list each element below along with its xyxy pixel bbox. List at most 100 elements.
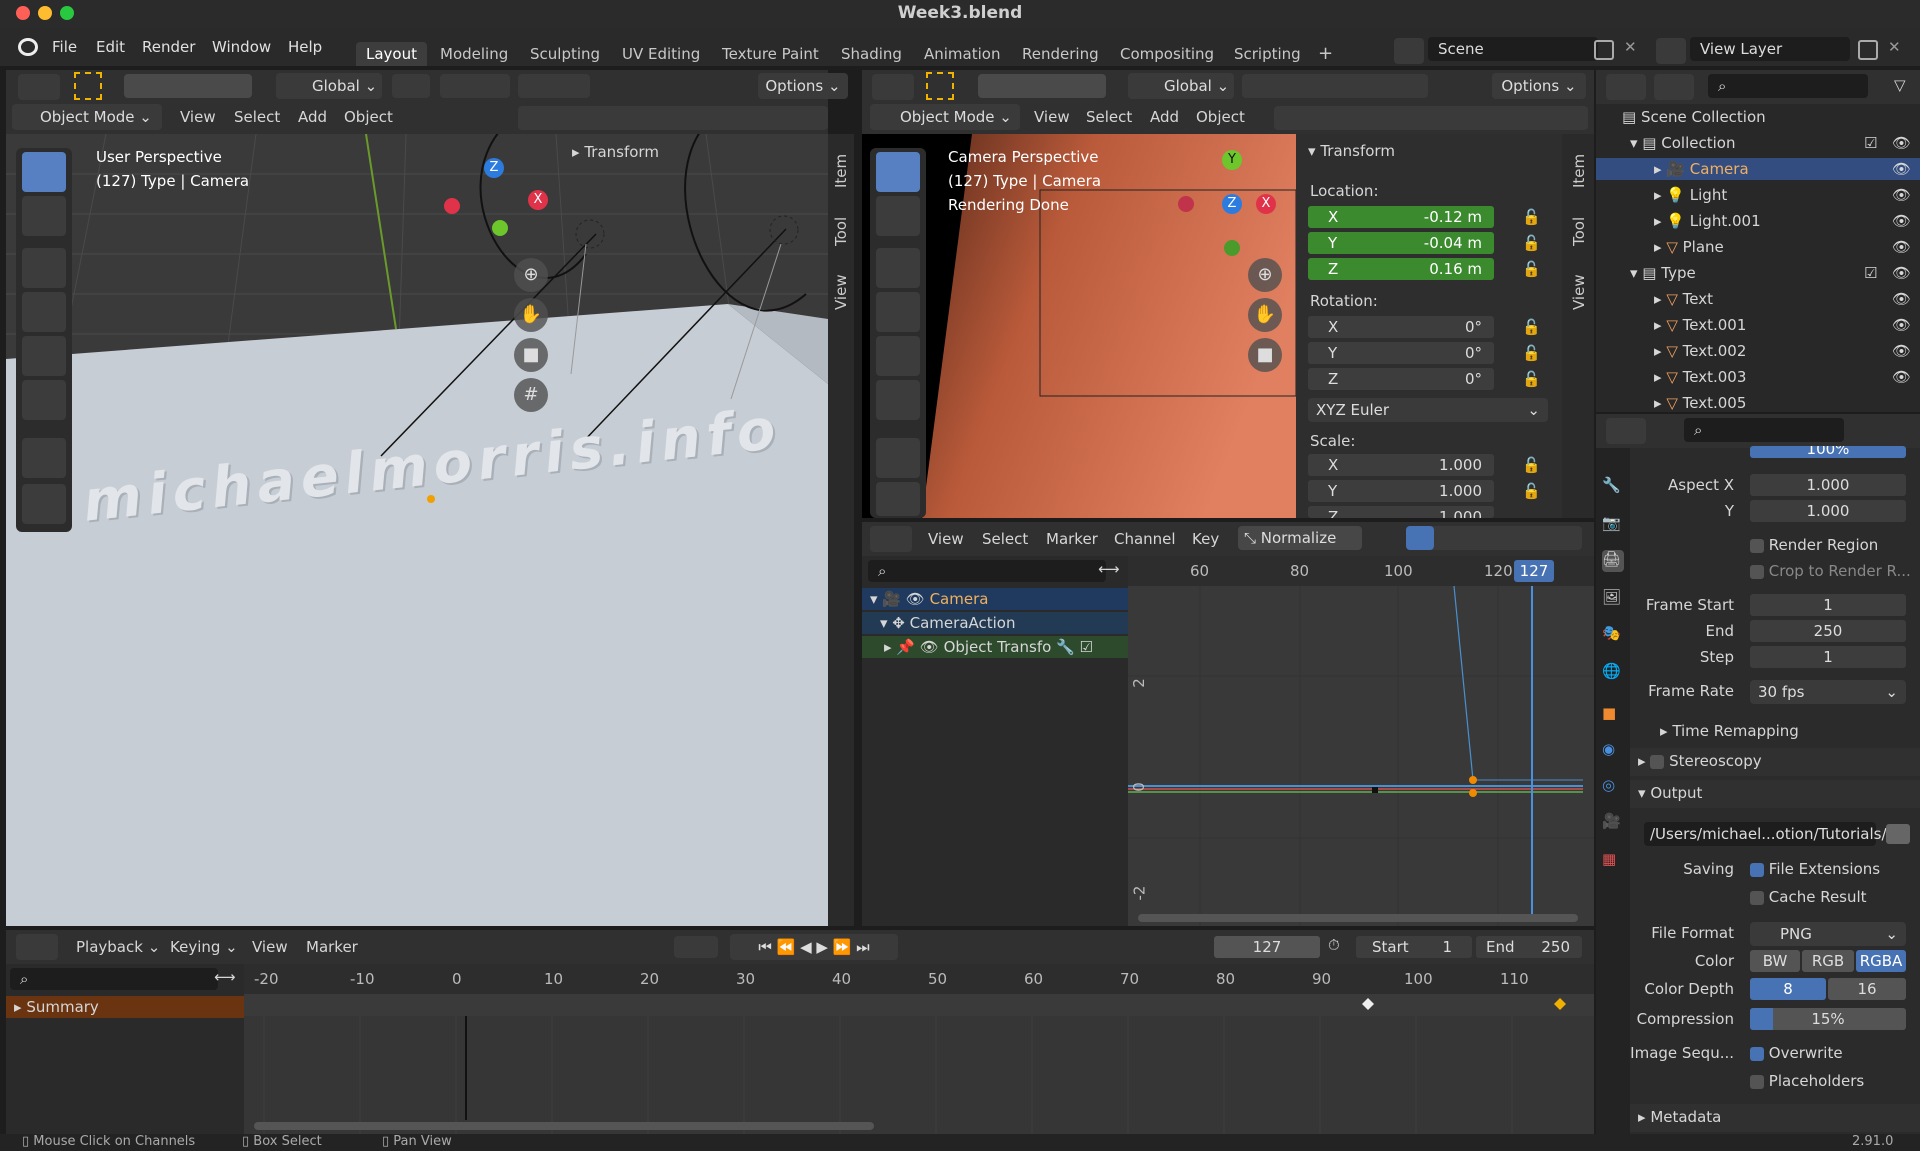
menu-edit[interactable]: Edit bbox=[96, 38, 125, 56]
rotate-tool-icon[interactable] bbox=[876, 292, 920, 332]
folder-icon[interactable] bbox=[1886, 824, 1910, 844]
menu-view[interactable]: View bbox=[180, 108, 216, 126]
channel-camera[interactable]: ▾ 🎥 👁 Camera bbox=[862, 588, 1128, 610]
select-mode-icons[interactable] bbox=[978, 74, 1106, 98]
outliner-row-type[interactable]: ▾ ▤ Type ☑ 👁 bbox=[1596, 262, 1920, 284]
menu-keying[interactable]: Keying ⌄ bbox=[170, 938, 238, 956]
rotation-z-field[interactable]: Z 0° bbox=[1308, 368, 1494, 390]
resolution-percent-field[interactable]: 100% bbox=[1750, 446, 1906, 458]
tool-tab-icon[interactable]: 🔧 bbox=[1602, 476, 1624, 498]
sidebar-tab-view[interactable]: View bbox=[1570, 274, 1588, 310]
outliner-row-light-001[interactable]: ▸ 💡 Light.001 👁 bbox=[1596, 210, 1920, 232]
outliner-row-text-001[interactable]: ▸ ▽ Text.001 👁 bbox=[1596, 314, 1920, 336]
output-panel-header[interactable]: ▾ Output bbox=[1630, 780, 1920, 808]
lock-icon[interactable]: 🔓 bbox=[1522, 318, 1541, 336]
menu-object[interactable]: Object bbox=[344, 108, 393, 126]
select-tool-icon[interactable] bbox=[74, 72, 102, 100]
sidebar-tab-item[interactable]: Item bbox=[832, 154, 850, 188]
menu-window[interactable]: Window bbox=[212, 38, 271, 56]
color-rgb-button[interactable]: RGB bbox=[1802, 950, 1854, 972]
tab-layout[interactable]: Layout bbox=[356, 42, 427, 66]
graph-curves[interactable] bbox=[1128, 586, 1594, 926]
move-tool-icon[interactable] bbox=[22, 248, 66, 288]
timeline-start-field[interactable]: Start 1 bbox=[1356, 936, 1472, 958]
delete-scene-icon[interactable]: ✕ bbox=[1624, 38, 1637, 56]
menu-channel[interactable]: Channel bbox=[1114, 530, 1176, 548]
texture-tab-icon[interactable]: ▦ bbox=[1602, 850, 1624, 872]
pivot-icon[interactable] bbox=[392, 74, 430, 98]
lock-icon[interactable]: 🔓 bbox=[1522, 234, 1541, 252]
view-layer-field[interactable]: View Layer bbox=[1690, 37, 1850, 61]
channel-object-transform[interactable]: ▸ 📌 👁 Object Transfo 🔧 ☑ bbox=[862, 636, 1128, 658]
render-tab-icon[interactable]: 📷 bbox=[1602, 514, 1624, 536]
filter-icon[interactable]: ▽ bbox=[1894, 76, 1906, 94]
new-view-layer-icon[interactable] bbox=[1858, 40, 1878, 60]
cursor-tool-icon[interactable] bbox=[876, 196, 920, 236]
sidebar-tab-tool[interactable]: Tool bbox=[1570, 217, 1588, 246]
menu-select[interactable]: Select bbox=[1086, 108, 1132, 126]
menu-view[interactable]: View bbox=[252, 938, 288, 956]
world-tab-icon[interactable]: 🌐 bbox=[1602, 662, 1624, 684]
compression-slider[interactable]: 15% bbox=[1750, 1008, 1906, 1030]
annotate-tool-icon[interactable] bbox=[22, 438, 66, 478]
menu-select[interactable]: Select bbox=[234, 108, 280, 126]
object-mode-dropdown[interactable]: Object Mode ⌄ bbox=[870, 104, 1020, 130]
view-layer-icon[interactable] bbox=[1656, 38, 1686, 64]
timeline-search-input[interactable]: ⌕ bbox=[10, 968, 218, 990]
camera-view-icon[interactable]: ■ bbox=[1248, 338, 1282, 372]
scene-collection-row[interactable]: ▤ Scene Collection bbox=[1596, 106, 1920, 128]
tab-sculpting[interactable]: Sculpting bbox=[520, 42, 610, 66]
overwrite-checkbox[interactable]: Overwrite bbox=[1750, 1044, 1843, 1062]
editor-type-icon[interactable] bbox=[18, 74, 60, 100]
swap-icon[interactable]: ⟷ bbox=[214, 968, 236, 986]
pan-hand-icon[interactable]: ✋ bbox=[1248, 298, 1282, 332]
menu-file[interactable]: File bbox=[52, 38, 77, 56]
checkbox-icon[interactable]: ☑ bbox=[1864, 262, 1877, 284]
eye-icon[interactable]: 👁 bbox=[1892, 236, 1911, 258]
location-x-field[interactable]: X -0.12 m bbox=[1308, 206, 1494, 228]
color-bw-button[interactable]: BW bbox=[1750, 950, 1800, 972]
timeline-current-frame-field[interactable]: 127 bbox=[1214, 936, 1320, 958]
menu-add[interactable]: Add bbox=[298, 108, 327, 126]
tab-rendering[interactable]: Rendering bbox=[1012, 42, 1109, 66]
timeline-keyframes[interactable] bbox=[244, 994, 1594, 1134]
scene-tab-icon[interactable]: 🎭 bbox=[1602, 624, 1624, 646]
only-selected-icon[interactable] bbox=[1406, 526, 1434, 550]
color-rgba-button[interactable]: RGBA bbox=[1856, 950, 1906, 972]
sidebar-tab-item[interactable]: Item bbox=[1570, 154, 1588, 188]
swap-icon[interactable]: ⟷ bbox=[1098, 560, 1120, 578]
outliner-row-light[interactable]: ▸ 💡 Light 👁 bbox=[1596, 184, 1920, 206]
lock-icon[interactable]: 🔓 bbox=[1522, 344, 1541, 362]
menu-object[interactable]: Object bbox=[1196, 108, 1245, 126]
new-scene-icon[interactable] bbox=[1594, 40, 1614, 60]
object-tab-icon[interactable]: ■ bbox=[1602, 704, 1624, 726]
eye-icon[interactable]: 👁 bbox=[1892, 132, 1911, 154]
menu-render[interactable]: Render bbox=[142, 38, 195, 56]
location-z-field[interactable]: Z 0.16 m bbox=[1308, 258, 1494, 280]
tab-modeling[interactable]: Modeling bbox=[430, 42, 518, 66]
timeline-ruler[interactable] bbox=[244, 964, 1594, 994]
normalize-toggle[interactable]: ⤡ Normalize bbox=[1238, 526, 1362, 550]
viewport-overlays-icons[interactable] bbox=[1274, 106, 1588, 130]
lock-icon[interactable]: 🔓 bbox=[1522, 482, 1541, 500]
view-layer-tab-icon[interactable]: 🖼 bbox=[1602, 588, 1624, 610]
render-region-checkbox[interactable]: Render Region bbox=[1750, 536, 1878, 554]
outliner-row-text-003[interactable]: ▸ ▽ Text.003 👁 bbox=[1596, 366, 1920, 388]
select-box-tool-icon[interactable] bbox=[876, 152, 920, 192]
properties-search-input[interactable]: ⌕ bbox=[1684, 418, 1844, 442]
timeline-end-field[interactable]: End 250 bbox=[1476, 936, 1582, 958]
transform-tool-icon[interactable] bbox=[22, 380, 66, 420]
zoom-icon[interactable]: ⊕ bbox=[1248, 258, 1282, 292]
menu-key[interactable]: Key bbox=[1192, 530, 1219, 548]
transform-panel-toggle[interactable]: ▸ Transform bbox=[572, 143, 659, 161]
transform-panel-header[interactable]: ▾ Transform bbox=[1308, 142, 1395, 160]
delete-view-layer-icon[interactable]: ✕ bbox=[1888, 38, 1901, 56]
add-workspace-button[interactable]: + bbox=[1308, 42, 1343, 66]
timeline-type-icon[interactable] bbox=[16, 934, 58, 960]
scale-z-field[interactable]: Z 1.000 bbox=[1308, 506, 1494, 518]
scale-y-field[interactable]: Y 1.000 bbox=[1308, 480, 1494, 502]
frame-end-field[interactable]: 250 bbox=[1750, 620, 1906, 642]
graph-ruler[interactable]: 60 80 100 120 127 bbox=[1128, 556, 1594, 586]
tab-animation[interactable]: Animation bbox=[914, 42, 1010, 66]
camera-view-icon[interactable]: ■ bbox=[514, 338, 548, 372]
